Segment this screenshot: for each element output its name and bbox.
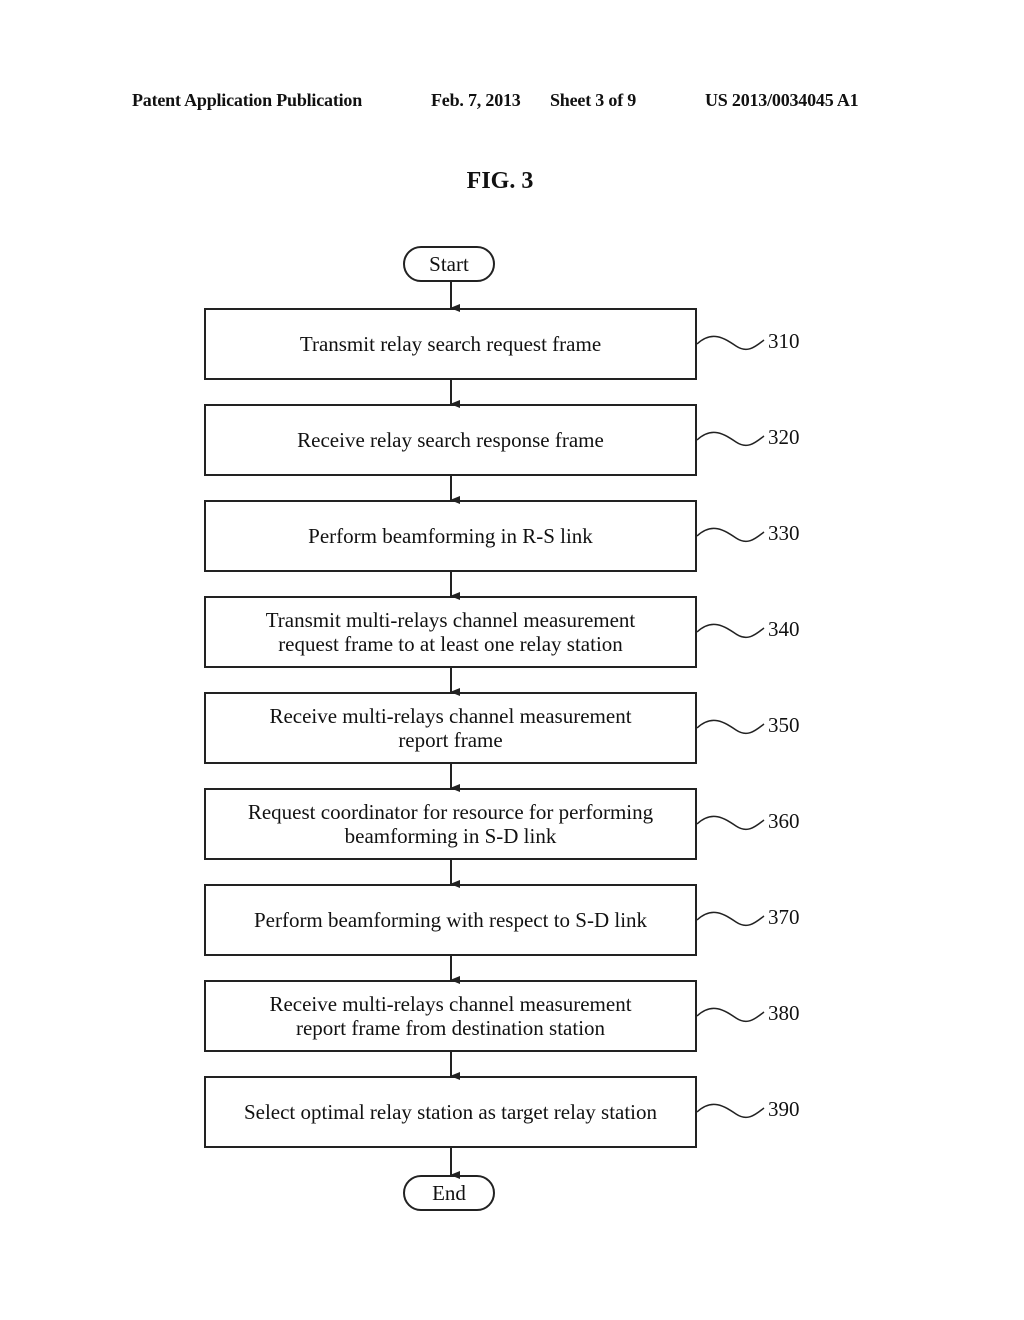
leader-line — [696, 527, 765, 543]
step-text: Receive multi-relays channel measurement… — [269, 704, 631, 752]
leader-line — [696, 719, 765, 735]
step-text-line: report frame — [398, 728, 503, 752]
step-box-320: Receive relay search response frame — [204, 404, 697, 476]
reference-number: 310 — [768, 329, 800, 353]
step-text-line: Transmit relay search request frame — [299, 332, 602, 356]
step-box-360: Request coordinator for resource for per… — [204, 788, 697, 860]
step-text-line: Perform beamforming in R-S link — [308, 524, 593, 548]
reference-number: 360 — [768, 809, 800, 833]
step-box-390: Select optimal relay station as target r… — [204, 1076, 697, 1148]
step-box-310: Transmit relay search request frame — [204, 308, 697, 380]
step-text-line: Receive multi-relays channel measurement — [269, 704, 632, 728]
leader-line — [696, 1007, 765, 1023]
leader-line — [696, 335, 765, 351]
step-text: Request coordinator for resource for per… — [248, 800, 653, 848]
step-text-line: Request coordinator for resource for per… — [247, 800, 654, 824]
step-text: Receive relay search response frame — [297, 428, 604, 452]
start-terminal: Start — [403, 246, 495, 282]
leader-line — [696, 1103, 765, 1119]
reference-number: 330 — [768, 521, 800, 545]
step-text: Transmit multi-relays channel measuremen… — [266, 608, 636, 656]
step-text: Select optimal relay station as target r… — [244, 1100, 657, 1124]
step-text-line: report frame from destination station — [295, 1016, 606, 1040]
end-terminal: End — [403, 1175, 495, 1211]
reference-number: 340 — [768, 617, 800, 641]
step-text: Transmit relay search request frame — [300, 332, 601, 356]
step-text: Perform beamforming with respect to S-D … — [254, 908, 647, 932]
step-box-350: Receive multi-relays channel measurement… — [204, 692, 697, 764]
step-text-line: Receive relay search response frame — [297, 428, 604, 452]
leader-line — [696, 623, 765, 639]
step-box-370: Perform beamforming with respect to S-D … — [204, 884, 697, 956]
step-text-line: Receive multi-relays channel measurement — [269, 992, 632, 1016]
step-box-330: Perform beamforming in R-S link — [204, 500, 697, 572]
step-box-380: Receive multi-relays channel measurement… — [204, 980, 697, 1052]
reference-number: 320 — [768, 425, 800, 449]
step-text-line: Transmit multi-relays channel measuremen… — [265, 608, 636, 632]
step-text-line: Perform beamforming with respect to S-D … — [253, 908, 648, 932]
step-text-line: request frame to at least one relay stat… — [278, 632, 623, 656]
leader-line — [696, 431, 765, 447]
reference-number: 380 — [768, 1001, 800, 1025]
reference-number: 370 — [768, 905, 800, 929]
step-text: Receive multi-relays channel measurement… — [269, 992, 631, 1040]
reference-number: 390 — [768, 1097, 800, 1121]
reference-number: 350 — [768, 713, 800, 737]
leader-line — [696, 815, 765, 831]
step-text-line: beamforming in S-D link — [344, 824, 557, 848]
leader-line — [696, 911, 765, 927]
step-box-340: Transmit multi-relays channel measuremen… — [204, 596, 697, 668]
step-text-line: Select optimal relay station as target r… — [243, 1100, 658, 1124]
step-text: Perform beamforming in R-S link — [308, 524, 593, 548]
